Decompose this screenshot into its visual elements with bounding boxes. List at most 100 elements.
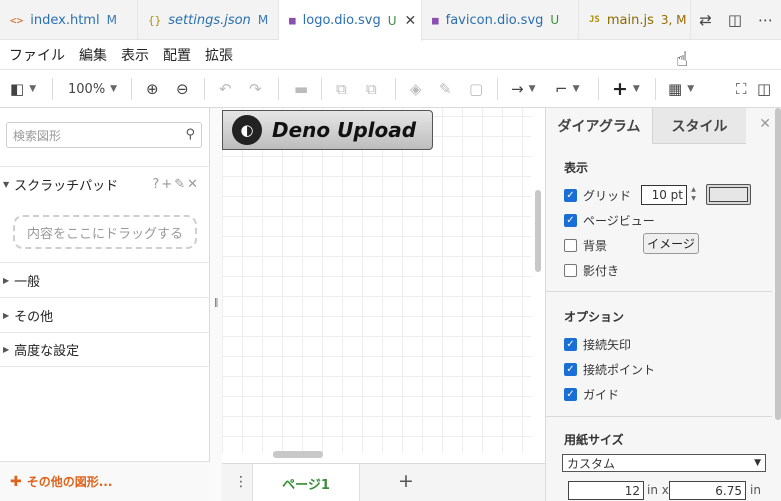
vertical-scrollbar[interactable] bbox=[535, 190, 541, 272]
background-label: 背景 bbox=[583, 239, 608, 253]
paper-width-input[interactable]: 12 bbox=[568, 481, 644, 500]
background-checkbox[interactable] bbox=[564, 239, 577, 252]
add-page-icon[interactable]: + bbox=[398, 470, 414, 492]
more-actions-icon[interactable]: ⋯ bbox=[758, 11, 773, 29]
canvas-margin bbox=[531, 108, 545, 463]
tab-logo-dio-svg[interactable]: ■ logo.dio.svg U ✕ bbox=[279, 0, 422, 41]
zoom-out-icon[interactable]: ⊖ bbox=[176, 79, 189, 99]
panel-divider bbox=[546, 416, 772, 417]
undo-icon[interactable]: ↶ bbox=[219, 79, 232, 99]
json-file-icon: {} bbox=[148, 13, 162, 27]
table-dropdown[interactable]: ▦ ▼ bbox=[668, 79, 694, 99]
grid-option[interactable]: ✓ グリッド bbox=[564, 187, 631, 204]
shadow-option[interactable]: 影付き bbox=[564, 262, 619, 279]
menu-arrange[interactable]: 配置 bbox=[163, 45, 191, 65]
sidebar-splitter[interactable]: ‖ bbox=[210, 108, 222, 501]
grid-size-input[interactable]: 10 pt bbox=[641, 185, 687, 205]
zoom-dropdown[interactable]: 100% ▼ bbox=[68, 79, 117, 99]
to-back-icon[interactable]: ⧉ bbox=[366, 79, 377, 99]
line-color-icon[interactable]: ✎ bbox=[439, 79, 452, 99]
scratchpad-dropzone[interactable]: 内容をここにドラッグする bbox=[13, 215, 197, 249]
connection-points-checkbox[interactable]: ✓ bbox=[564, 363, 577, 376]
format-panel-toggle[interactable]: ◧ ▼ bbox=[10, 79, 36, 99]
connection-style-dropdown[interactable]: → ▼ bbox=[511, 79, 536, 99]
menu-bar: ファイル 編集 表示 配置 拡張 bbox=[0, 40, 781, 70]
connection-arrows-checkbox[interactable]: ✓ bbox=[564, 338, 577, 351]
page-view-checkbox[interactable]: ✓ bbox=[564, 214, 577, 227]
compare-changes-icon[interactable]: ⇄ bbox=[699, 11, 712, 29]
connection-arrows-label: 接続矢印 bbox=[583, 338, 632, 352]
section-misc[interactable]: ▶ その他 bbox=[0, 297, 210, 332]
view-section-label: 表示 bbox=[564, 161, 589, 175]
search-shapes-input[interactable]: 検索図形 ⚲ bbox=[6, 122, 202, 148]
close-icon[interactable]: ✕ bbox=[405, 13, 417, 29]
tab-status: M bbox=[257, 13, 269, 27]
html-file-icon: <> bbox=[10, 13, 24, 27]
tab-favicon-dio-svg[interactable]: ■ favicon.dio.svg U bbox=[422, 0, 579, 40]
scratchpad-actions[interactable]: ?+✎✕ bbox=[152, 177, 200, 192]
options-section-label: オプション bbox=[564, 310, 625, 324]
section-advanced[interactable]: ▶ 高度な設定 bbox=[0, 332, 210, 367]
menu-view[interactable]: 表示 bbox=[121, 45, 149, 65]
tab-style[interactable]: スタイル bbox=[652, 108, 746, 144]
fill-color-icon[interactable]: ◈ bbox=[410, 79, 422, 99]
zoom-in-icon[interactable]: ⊕ bbox=[146, 79, 159, 99]
tab-main-js[interactable]: JS main.js 3, M bbox=[579, 0, 691, 40]
chevron-right-icon: ▶ bbox=[3, 310, 10, 320]
tab-diagram[interactable]: ダイアグラム bbox=[546, 108, 652, 144]
fullscreen-icon[interactable]: ⛶ bbox=[736, 79, 747, 99]
drag-handle-icon: ‖ bbox=[214, 298, 219, 308]
menu-extras[interactable]: 拡張 bbox=[205, 45, 233, 65]
to-front-icon[interactable]: ⧉ bbox=[336, 79, 347, 99]
scratchpad-header[interactable]: ▼ スクラッチパッド ?+✎✕ bbox=[0, 166, 210, 202]
shape-title: Deno Upload bbox=[272, 118, 417, 142]
format-panel: ダイアグラム スタイル ✕ 表示 ✓ グリッド ✓ ページビュー 背景 影付き … bbox=[545, 108, 781, 501]
editor-tab-bar: <> index.html M {} settings.json M ■ log… bbox=[0, 0, 781, 41]
menu-edit[interactable]: 編集 bbox=[79, 45, 107, 65]
unit-x-label: in x bbox=[647, 483, 669, 497]
search-placeholder: 検索図形 bbox=[13, 128, 62, 143]
toolbar-divider bbox=[395, 78, 396, 100]
guides-option[interactable]: ✓ ガイド bbox=[564, 386, 619, 403]
section-general[interactable]: ▶ 一般 bbox=[0, 262, 210, 297]
page-tab-1[interactable]: ページ1 bbox=[252, 464, 360, 501]
diagram-canvas[interactable] bbox=[222, 108, 531, 453]
menu-file[interactable]: ファイル bbox=[9, 45, 65, 65]
sidebar-toggle-icon[interactable]: ◫ bbox=[757, 79, 771, 99]
redo-icon[interactable]: ↷ bbox=[249, 79, 262, 99]
shadow-icon[interactable]: ▢ bbox=[469, 79, 483, 99]
more-shapes-button[interactable]: ✚ その他の図形... bbox=[0, 461, 210, 501]
tab-status: M bbox=[106, 13, 117, 27]
connection-arrows-option[interactable]: ✓ 接続矢印 bbox=[564, 336, 631, 353]
grid-checkbox[interactable]: ✓ bbox=[564, 189, 577, 202]
page-tabs: ⋮ ページ1 + bbox=[222, 463, 545, 501]
shadow-checkbox[interactable] bbox=[564, 264, 577, 277]
panel-scrollbar[interactable] bbox=[775, 108, 781, 420]
tab-status: 3, M bbox=[660, 13, 687, 27]
paper-height-input[interactable]: 6.75 bbox=[669, 481, 746, 500]
paper-size-select[interactable]: カスタム ▼ bbox=[562, 454, 766, 472]
tab-label: logo.dio.svg bbox=[302, 13, 381, 28]
grid-color-button[interactable] bbox=[706, 184, 751, 205]
waypoints-dropdown[interactable]: ⌐ ▼ bbox=[555, 79, 580, 99]
connection-points-option[interactable]: ✓ 接続ポイント bbox=[564, 361, 655, 378]
delete-icon[interactable]: ▬ bbox=[294, 79, 308, 99]
connection-points-label: 接続ポイント bbox=[583, 363, 656, 377]
tab-index-html[interactable]: <> index.html M bbox=[0, 0, 138, 40]
split-editor-icon[interactable]: ◫ bbox=[728, 11, 742, 29]
deno-upload-shape[interactable]: ◐ Deno Upload bbox=[222, 110, 433, 150]
tab-settings-json[interactable]: {} settings.json M bbox=[138, 0, 279, 40]
grid-size-stepper[interactable]: ▲ ▼ bbox=[688, 185, 699, 205]
search-icon[interactable]: ⚲ bbox=[185, 127, 195, 142]
guides-checkbox[interactable]: ✓ bbox=[564, 388, 577, 401]
page-view-option[interactable]: ✓ ページビュー bbox=[564, 212, 655, 229]
insert-dropdown[interactable]: + ▼ bbox=[612, 78, 640, 100]
page-menu-icon[interactable]: ⋮ bbox=[234, 474, 248, 490]
horizontal-scrollbar[interactable] bbox=[273, 451, 323, 458]
background-option[interactable]: 背景 bbox=[564, 237, 607, 254]
chevron-down-icon: ▼ bbox=[687, 84, 695, 94]
editor-actions: ⇄ ◫ ⋯ bbox=[699, 0, 773, 40]
close-icon[interactable]: ✕ bbox=[759, 116, 771, 132]
drawio-file-icon: ■ bbox=[289, 14, 296, 27]
background-image-button[interactable]: イメージ bbox=[643, 233, 699, 254]
